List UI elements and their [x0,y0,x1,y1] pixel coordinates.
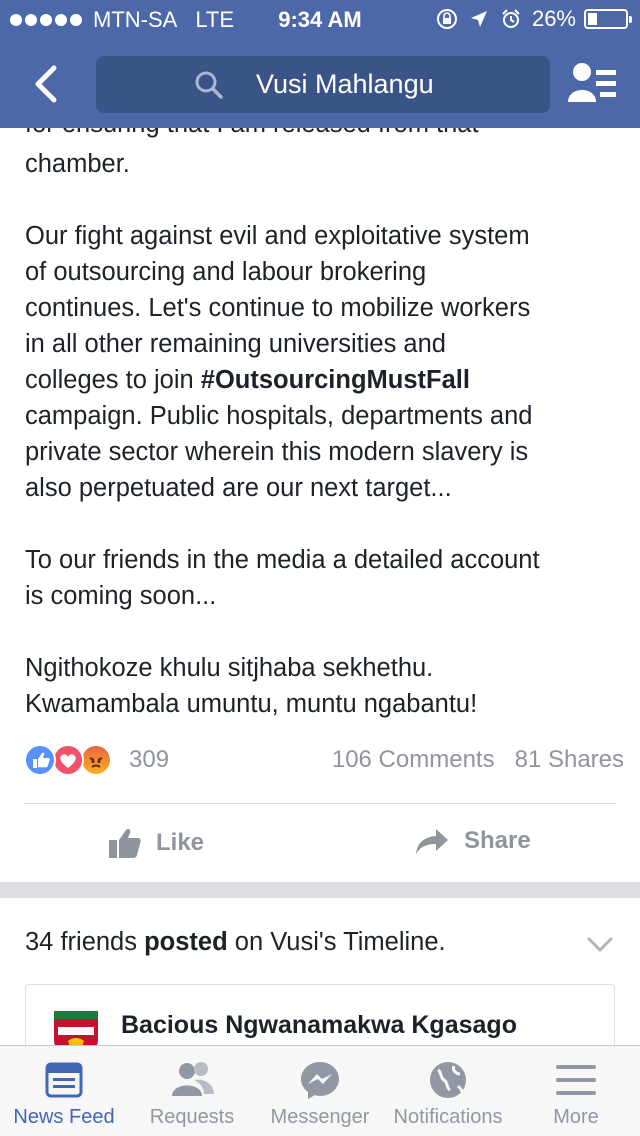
search-bar[interactable]: Vusi Mahlangu [96,56,550,113]
timeline-heading: 34 friends posted on Vusi's Timeline. [25,928,446,957]
hashtag-link[interactable]: #OutsourcingMustFall [201,366,470,394]
post-line: Ngithokoze khulu sitjhaba sekhethu. [25,654,434,682]
post-text-span: colleges to join [25,366,201,394]
tab-label: More [553,1106,599,1128]
like-label: Like [156,829,205,856]
friends-list-icon[interactable] [566,60,620,106]
notifications-icon [430,1062,466,1098]
poster-name[interactable]: Bacious Ngwanamakwa Kgasago [121,1011,517,1040]
tab-bar: News Feed Requests Messenger Notificatio… [0,1045,640,1136]
post-text: for ensuring that I am released from tha… [25,128,625,728]
like-reaction-icon [24,744,56,776]
tab-more[interactable]: More [512,1046,640,1136]
angry-reaction-icon [80,744,112,776]
tab-label: Messenger [270,1106,370,1128]
post-line: in all other remaining universities and [25,330,446,358]
comments-count[interactable]: 106 Comments [332,746,495,773]
more-icon [556,1065,596,1095]
alarm-icon [502,9,520,28]
post-line: colleges to join #OutsourcingMustFall [25,362,625,398]
messenger-icon [301,1062,339,1099]
post-line: Kwamambala umuntu, muntu ngabantu! [25,690,478,718]
status-right: 26% [436,6,632,32]
status-bar: MTN-SA LTE 9:34 AM 26% [0,0,640,40]
post-line: is coming soon... [25,582,217,610]
thumbs-up-icon [109,829,141,858]
search-icon [195,71,223,99]
love-reaction-icon [52,744,84,776]
top-bar: MTN-SA LTE 9:34 AM 26% Vusi Mahlangu [0,0,640,128]
post-line: also perpetuated are our next target... [25,474,452,502]
engagement-summary[interactable]: 309 106 Comments 81 Shares [24,744,624,778]
rotation-lock-icon [436,9,457,29]
reactions-count[interactable]: 309 [129,746,169,774]
search-query: Vusi Mahlangu [256,69,434,99]
post-line: private sector wherein this modern slave… [25,438,529,466]
section-separator [0,882,640,898]
post-line: To our friends in the media a detailed a… [25,546,540,574]
share-arrow-icon [416,829,448,854]
location-icon [470,11,487,27]
comments-shares: 106 Comments 81 Shares [312,746,624,774]
tab-label: News Feed [13,1106,115,1128]
post-line: chamber. [25,150,130,178]
battery-percent: 26% [531,6,576,31]
news-feed-icon [45,1062,83,1098]
battery-icon [584,9,632,29]
post-actions: Like Share [0,815,640,873]
share-button[interactable]: Share [414,827,531,855]
timeline-posted: posted [144,928,228,956]
tab-messenger[interactable]: Messenger [256,1046,384,1136]
tab-news-feed[interactable]: News Feed [0,1046,128,1136]
chevron-down-icon[interactable] [586,935,614,955]
tab-label: Requests [149,1106,235,1128]
requests-icon [172,1062,214,1096]
post-line: of outsourcing and labour brokering [25,258,427,286]
post-line: campaign. Public hospitals, departments … [25,402,533,430]
tab-requests[interactable]: Requests [128,1046,256,1136]
tab-label: Notifications [393,1106,503,1128]
like-button[interactable]: Like [108,827,204,859]
back-arrow-icon[interactable] [28,64,68,104]
divider [24,803,616,804]
share-label: Share [464,827,531,854]
timeline-prefix: 34 friends [25,928,145,956]
post-line: continues. Let's continue to mobilize wo… [25,294,531,322]
tab-notifications[interactable]: Notifications [384,1046,512,1136]
timeline-suffix: on Vusi's Timeline. [227,928,446,956]
post-line: Our fight against evil and exploitative … [25,222,530,250]
cut-off-line: for ensuring that I am released from tha… [25,128,625,142]
shares-count[interactable]: 81 Shares [515,746,624,773]
